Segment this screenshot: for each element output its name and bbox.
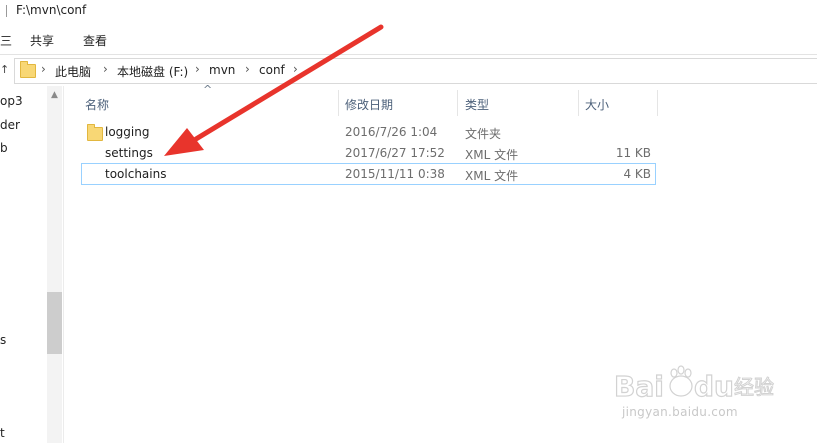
file-size: 11 KB — [615, 146, 651, 160]
nav-item[interactable]: b — [0, 141, 8, 155]
column-divider[interactable] — [338, 90, 339, 116]
watermark-url: jingyan.baidu.com — [622, 405, 738, 419]
tab-view[interactable]: 查看 — [83, 32, 107, 49]
folder-icon — [20, 61, 36, 78]
nav-scrollbar[interactable] — [47, 86, 62, 443]
column-divider[interactable] — [578, 90, 579, 116]
breadcrumb-conf[interactable]: conf — [259, 63, 285, 77]
breadcrumb-mvn[interactable]: mvn — [209, 63, 235, 77]
up-arrow-icon[interactable]: ↑ — [0, 63, 10, 77]
chevron-right-icon[interactable]: › — [195, 62, 200, 76]
breadcrumb-this-pc[interactable]: 此电脑 — [55, 63, 91, 80]
sort-ascending-icon: ^ — [203, 83, 213, 96]
file-type: XML 文件 — [465, 169, 519, 183]
window-title: F:\mvn\conf — [16, 3, 87, 17]
nav-item[interactable]: op3 — [0, 94, 23, 108]
svg-text:du: du — [694, 370, 734, 403]
file-type: 文件夹 — [465, 127, 502, 141]
nav-item[interactable]: t — [0, 426, 5, 440]
title-bar — [0, 0, 817, 24]
svg-text:Bai: Bai — [614, 370, 664, 403]
column-header-modified[interactable]: 修改日期 — [345, 96, 393, 113]
column-header-size[interactable]: 大小 — [585, 96, 609, 113]
baidu-watermark-logo: Bai du 经验 — [613, 365, 775, 404]
file-name[interactable]: toolchains — [105, 167, 166, 181]
tab-share[interactable]: 共享 — [30, 32, 54, 49]
column-divider[interactable] — [657, 90, 658, 116]
chevron-right-icon[interactable]: › — [293, 62, 298, 76]
ribbon-tab-bar — [0, 24, 817, 55]
chevron-right-icon[interactable]: › — [245, 62, 250, 76]
chevron-right-icon[interactable]: › — [41, 62, 46, 76]
chevron-right-icon[interactable]: › — [103, 62, 108, 76]
file-name[interactable]: logging — [105, 125, 149, 139]
column-divider[interactable] — [457, 90, 458, 116]
file-modified: 2015/11/11 0:38 — [345, 167, 445, 181]
folder-icon — [87, 124, 103, 141]
file-size: 4 KB — [623, 167, 651, 181]
nav-scrollbar-thumb[interactable] — [47, 292, 62, 354]
file-modified: 2016/7/26 1:04 — [345, 125, 438, 139]
scroll-up-icon[interactable]: ▲ — [49, 90, 60, 100]
file-type: XML 文件 — [465, 148, 519, 162]
column-header-name[interactable]: 名称 — [85, 96, 109, 113]
file-modified: 2017/6/27 17:52 — [345, 146, 445, 160]
nav-item[interactable]: s — [0, 333, 6, 347]
nav-item[interactable]: der — [0, 118, 20, 132]
ribbon-tab-partial[interactable]: 三 — [0, 32, 12, 48]
file-name[interactable]: settings — [105, 146, 153, 160]
svg-text:经验: 经验 — [734, 375, 774, 399]
breadcrumb-drive-f[interactable]: 本地磁盘 (F:) — [117, 63, 188, 80]
column-header-type[interactable]: 类型 — [465, 96, 489, 113]
title-separator — [6, 5, 7, 17]
